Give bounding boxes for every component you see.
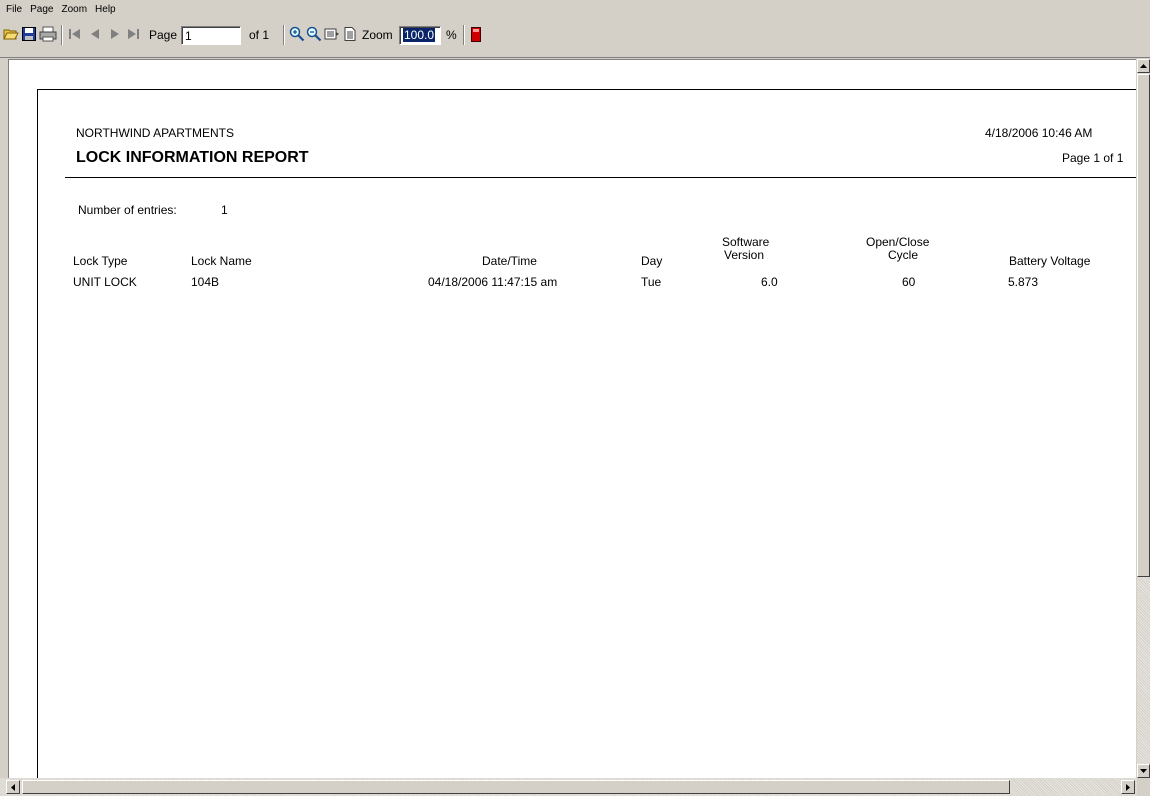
menu-bar: File Page Zoom Help xyxy=(0,0,1150,18)
fit-width-icon[interactable] xyxy=(323,25,341,43)
zoom-label: Zoom xyxy=(362,28,393,42)
arrow-right-icon xyxy=(1126,783,1130,791)
last-page-icon[interactable] xyxy=(124,25,142,43)
arrow-left-icon xyxy=(11,783,15,791)
col-software-line1: Software xyxy=(722,235,770,249)
first-page-icon[interactable] xyxy=(66,25,84,43)
cell-lock-name: 104B xyxy=(191,275,220,289)
report-title: LOCK INFORMATION REPORT xyxy=(76,149,309,166)
company-name: NORTHWIND APARTMENTS xyxy=(76,126,235,140)
menu-zoom[interactable]: Zoom xyxy=(57,4,91,15)
vertical-scrollbar[interactable] xyxy=(1137,59,1150,778)
scroll-down-button[interactable] xyxy=(1137,764,1150,778)
zoom-out-icon[interactable] xyxy=(305,25,323,43)
report-page: NORTHWIND APARTMENTS LOCK INFORMATION RE… xyxy=(9,60,1136,778)
zoom-in-icon[interactable] xyxy=(288,25,306,43)
next-page-icon[interactable] xyxy=(106,25,124,43)
stop-icon[interactable] xyxy=(469,25,483,43)
page-border-top xyxy=(37,89,1136,90)
page-label: Page xyxy=(149,28,178,42)
col-software-line2: Version xyxy=(724,248,765,262)
scroll-left-button[interactable] xyxy=(6,780,20,794)
col-lock-type: Lock Type xyxy=(73,254,128,268)
col-battery-voltage: Battery Voltage xyxy=(1009,254,1091,268)
col-open-close-line2: Cycle xyxy=(888,248,919,262)
toolbar: Page of 1 Zoom 100.0 % xyxy=(0,18,1150,58)
horizontal-scroll-thumb[interactable] xyxy=(22,780,1010,794)
page-border-left xyxy=(37,89,38,778)
scroll-right-button[interactable] xyxy=(1121,780,1135,794)
cell-battery-voltage: 5.873 xyxy=(1008,275,1039,289)
zoom-input[interactable]: 100.0 xyxy=(399,26,441,45)
col-open-close-line1: Open/Close xyxy=(866,235,930,249)
arrow-up-icon xyxy=(1140,64,1147,68)
col-date-time: Date/Time xyxy=(482,254,537,268)
report-datetime: 4/18/2006 10:46 AM xyxy=(985,126,1093,140)
open-folder-icon[interactable] xyxy=(2,25,20,43)
fit-page-icon[interactable] xyxy=(342,25,358,43)
cell-date-time: 04/18/2006 11:47:15 am xyxy=(428,275,558,289)
zoom-value: 100.0 xyxy=(403,28,436,42)
col-day: Day xyxy=(641,254,663,268)
cell-open-close-cycle: 60 xyxy=(902,275,916,289)
col-lock-name: Lock Name xyxy=(191,254,252,268)
previous-page-icon[interactable] xyxy=(86,25,104,43)
entries-value: 1 xyxy=(221,203,228,217)
page-number-input[interactable] xyxy=(181,26,241,45)
header-rule xyxy=(65,177,1136,178)
scroll-up-button[interactable] xyxy=(1137,59,1150,73)
save-disk-icon[interactable] xyxy=(20,25,38,43)
entries-label: Number of entries: xyxy=(78,203,177,217)
menu-help[interactable]: Help xyxy=(91,4,120,15)
arrow-down-icon xyxy=(1140,769,1147,773)
cell-software-version: 6.0 xyxy=(761,275,778,289)
menu-page[interactable]: Page xyxy=(26,4,57,15)
horizontal-scrollbar[interactable] xyxy=(0,778,1137,796)
scrollbar-corner xyxy=(1137,778,1150,796)
report-viewport[interactable]: NORTHWIND APARTMENTS LOCK INFORMATION RE… xyxy=(8,59,1136,778)
cell-day: Tue xyxy=(641,275,662,289)
vertical-scroll-thumb[interactable] xyxy=(1137,74,1150,577)
percent-label: % xyxy=(446,28,457,42)
menu-file[interactable]: File xyxy=(2,4,26,15)
print-icon[interactable] xyxy=(38,25,58,43)
page-info: Page 1 of 1 xyxy=(1062,151,1124,165)
cell-lock-type: UNIT LOCK xyxy=(73,275,137,289)
page-count-label: of 1 xyxy=(249,28,270,42)
